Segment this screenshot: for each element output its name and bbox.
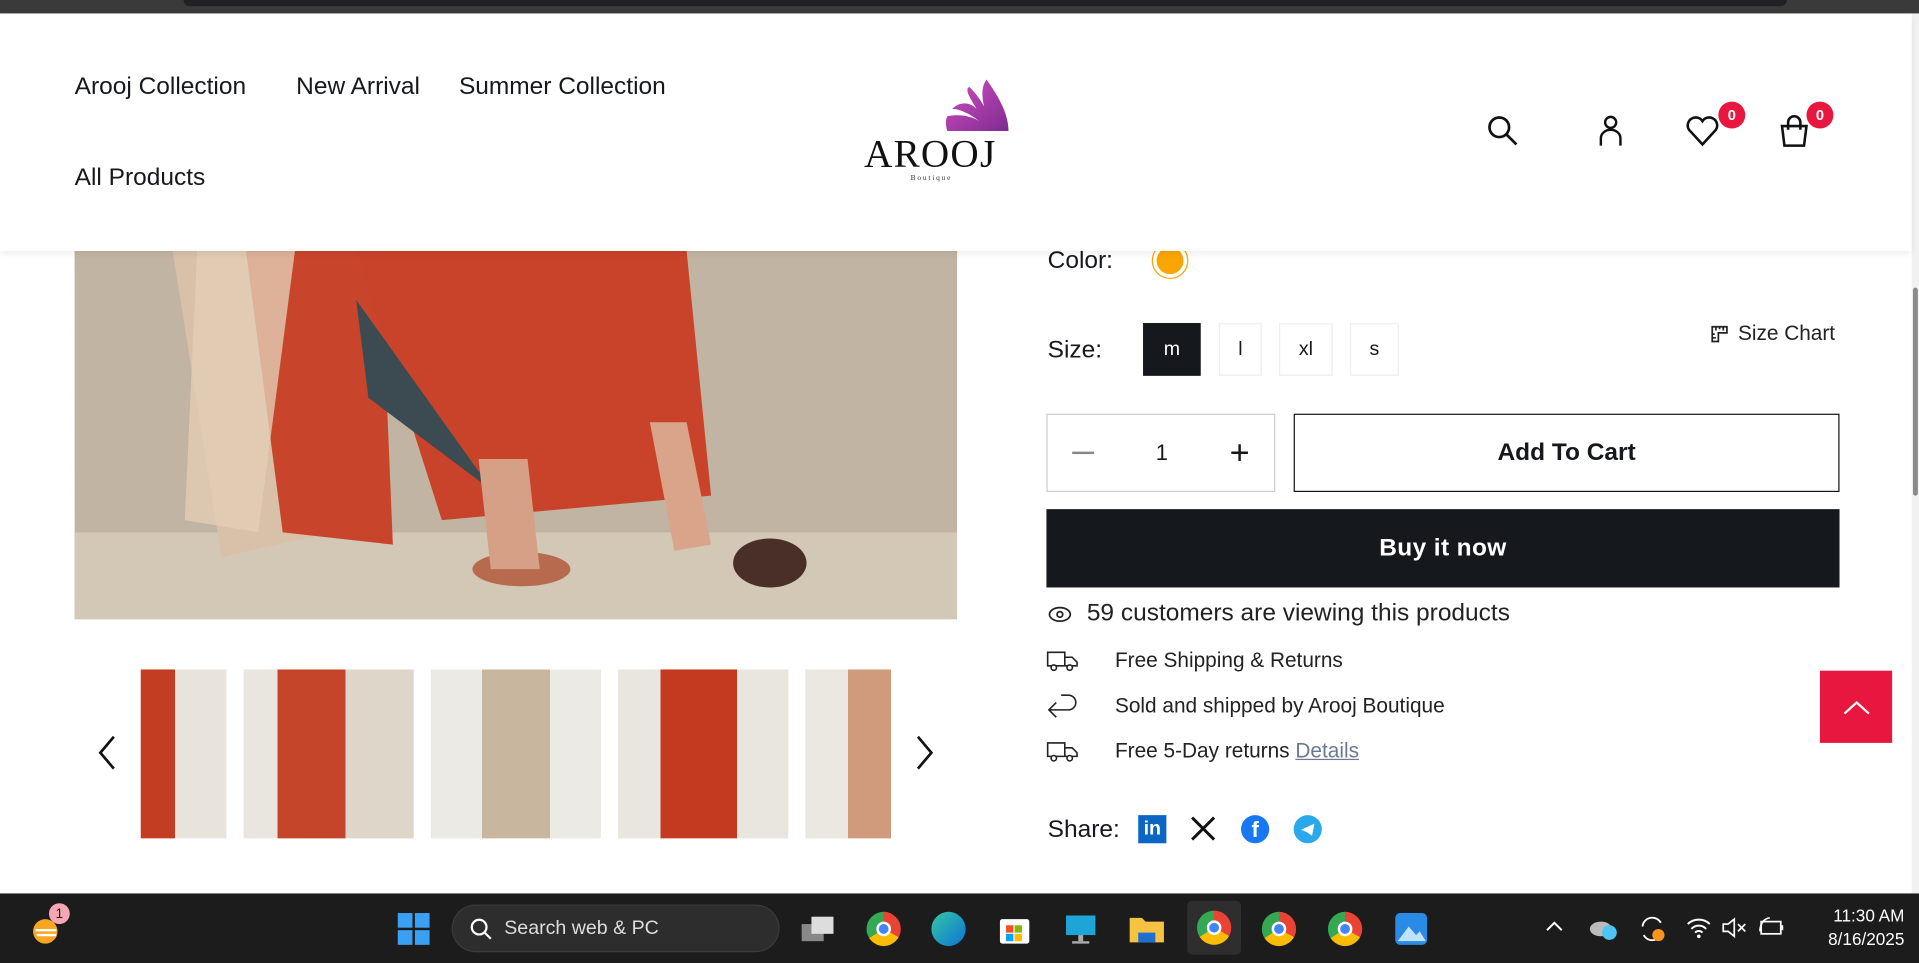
scrollbar-thumb[interactable]	[1912, 287, 1918, 496]
truck-icon	[1046, 650, 1078, 678]
buy-it-now-button[interactable]: Buy it now	[1046, 509, 1840, 588]
increase-button[interactable]: +	[1230, 435, 1250, 470]
edge-icon	[931, 911, 966, 947]
add-to-cart-button[interactable]: Add To Cart	[1293, 413, 1840, 493]
size-chart-link[interactable]: Size Chart	[1710, 322, 1835, 346]
wifi-icon[interactable]	[1685, 917, 1712, 945]
back-to-top-button[interactable]	[1819, 670, 1893, 743]
thumb-prev-arrow[interactable]	[93, 732, 122, 774]
volume-muted-icon[interactable]	[1721, 917, 1748, 945]
chrome-taskbar-app[interactable]	[863, 908, 905, 950]
size-label: Size:	[1047, 336, 1103, 364]
account-button[interactable]	[1592, 113, 1629, 150]
wishlist-count-badge: 0	[1718, 101, 1746, 129]
chrome-active-taskbar-app[interactable]	[1187, 900, 1242, 955]
monitor-icon	[1066, 915, 1096, 944]
search-button[interactable]	[1485, 113, 1522, 150]
nav-new-arrival[interactable]: New Arrival	[296, 73, 420, 101]
clock-time: 11:30 AM	[1833, 905, 1905, 926]
scrollbar[interactable]	[1911, 13, 1919, 894]
share-label: Share:	[1047, 816, 1120, 844]
nav-all-products[interactable]: All Products	[75, 164, 206, 192]
cart-count-badge: 0	[1806, 101, 1834, 129]
file-explorer-taskbar-app[interactable]	[1126, 908, 1168, 950]
show-hidden-icons[interactable]	[1545, 917, 1565, 939]
feature-free-shipping: Free Shipping & Returns	[1114, 648, 1343, 672]
ruler-icon	[1711, 325, 1728, 343]
sync-icon[interactable]	[1638, 914, 1667, 949]
chevron-up-icon	[1843, 700, 1870, 714]
search-icon	[470, 918, 492, 939]
edge-taskbar-app[interactable]	[928, 908, 970, 950]
store-taskbar-app[interactable]	[994, 908, 1036, 950]
quantity-stepper[interactable]: 1 +	[1046, 413, 1276, 493]
task-view-icon	[801, 916, 834, 942]
photos-taskbar-app[interactable]	[1390, 908, 1432, 950]
start-button[interactable]	[393, 908, 435, 950]
browser-top-strip	[0, 0, 1919, 14]
size-option-s[interactable]: s	[1349, 323, 1399, 376]
logo-wing-icon	[945, 79, 1009, 131]
feature-returns: Free 5-Day returns Details	[1114, 739, 1359, 763]
desktop-taskbar-app[interactable]	[1060, 908, 1102, 950]
folder-icon	[1129, 917, 1164, 943]
chrome-profile-taskbar-app[interactable]	[1258, 908, 1300, 950]
wishlist-button[interactable]	[1684, 113, 1721, 150]
logo-subtext: Boutique	[910, 175, 953, 183]
chrome-icon	[1327, 911, 1363, 947]
shopping-bag-icon	[1780, 115, 1808, 147]
facebook-share-icon[interactable]: f	[1241, 815, 1270, 844]
telegram-share-icon[interactable]	[1293, 815, 1322, 844]
quantity-value[interactable]: 1	[1156, 440, 1168, 466]
nav-summer-collection[interactable]: Summer Collection	[459, 73, 666, 101]
clock-date: 8/16/2025	[1828, 928, 1905, 949]
site-header: Arooj Collection New Arrival Summer Coll…	[0, 13, 1912, 251]
details-link[interactable]: Details	[1295, 739, 1359, 762]
truck-icon	[1046, 740, 1078, 768]
logo-text: AROOJ	[864, 130, 997, 176]
windows-logo-icon	[397, 913, 430, 945]
thumbnail-2[interactable]	[243, 669, 414, 839]
chrome-profile2-taskbar-app[interactable]	[1324, 908, 1366, 950]
nav-arooj-collection[interactable]: Arooj Collection	[75, 73, 246, 101]
site-logo[interactable]: AROOJ Boutique	[857, 77, 1016, 183]
chrome-icon	[866, 911, 901, 947]
task-view-button[interactable]	[797, 908, 839, 950]
return-arrow-icon	[1046, 693, 1078, 726]
product-main-image[interactable]	[74, 250, 958, 620]
search-icon	[1488, 116, 1518, 146]
widget-badge: 1	[48, 903, 70, 925]
taskbar-search[interactable]: Search web & PC	[451, 904, 780, 953]
chrome-icon	[1261, 911, 1297, 947]
decrease-button[interactable]	[1072, 451, 1095, 455]
thumbnail-1[interactable]	[140, 669, 227, 839]
clock[interactable]: 11:30 AM 8/16/2025	[1794, 904, 1904, 951]
heart-icon	[1686, 116, 1719, 147]
feature-sold-by: Sold and shipped by Arooj Boutique	[1114, 693, 1445, 718]
size-option-l[interactable]: l	[1219, 323, 1262, 376]
chrome-icon	[1196, 910, 1232, 945]
size-option-xl[interactable]: xl	[1278, 323, 1333, 376]
eye-icon	[1048, 606, 1072, 622]
battery-icon[interactable]	[1756, 914, 1785, 945]
windows-taskbar: 1 Search web & PC 11:30 AM 8/16/2025	[0, 893, 1919, 963]
color-label: Color:	[1047, 247, 1113, 275]
photos-icon	[1395, 913, 1428, 945]
user-icon	[1599, 115, 1622, 146]
linkedin-share-icon[interactable]: in	[1138, 815, 1167, 844]
viewers-notice: 59 customers are viewing this products	[1048, 600, 1510, 628]
store-icon	[999, 919, 1030, 944]
thumbnail-3[interactable]	[430, 669, 601, 839]
thumbnail-5[interactable]	[805, 669, 891, 839]
thumbnail-4[interactable]	[618, 669, 789, 839]
widgets-button[interactable]: 1	[27, 903, 70, 950]
size-option-m[interactable]: m	[1143, 323, 1201, 376]
thumb-next-arrow[interactable]	[909, 732, 938, 774]
x-share-icon[interactable]	[1190, 815, 1217, 848]
onedrive-icon[interactable]	[1589, 917, 1618, 948]
